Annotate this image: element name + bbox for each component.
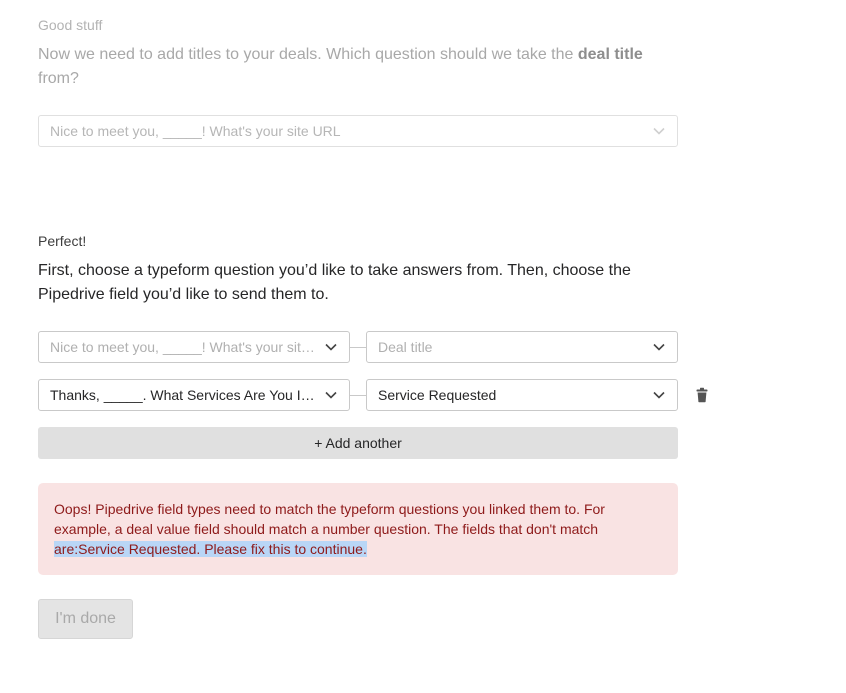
- deal-title-question-select[interactable]: Nice to meet you, _____! What's your sit…: [38, 115, 678, 147]
- mapping-step-eyebrow: Perfect!: [38, 233, 87, 249]
- title-step-question-prefix: Now we need to add titles to your deals.…: [38, 46, 578, 63]
- mapping-row-2-question-value: Thanks, _____. What Services Are You Int…: [50, 387, 315, 403]
- trash-icon[interactable]: [695, 387, 709, 403]
- error-text-highlighted: are:Service Requested. Please fix this t…: [54, 541, 367, 557]
- add-another-button[interactable]: + Add another: [38, 427, 678, 459]
- mapping-row-2-field-select[interactable]: Service Requested: [366, 379, 678, 411]
- chevron-down-icon: [653, 380, 665, 410]
- integration-setup-page: Good stuff Now we need to add titles to …: [0, 0, 846, 693]
- mapping-row-1-question-select[interactable]: Nice to meet you, _____! What's your sit…: [38, 331, 350, 363]
- title-step-question-suffix: from?: [38, 70, 79, 87]
- chevron-down-icon: [325, 380, 337, 410]
- title-step-question: Now we need to add titles to your deals.…: [38, 43, 678, 91]
- mapping-row-2-field-value: Service Requested: [378, 387, 497, 403]
- chevron-down-icon: [653, 332, 665, 362]
- chevron-down-icon: [325, 332, 337, 362]
- error-text: Oops! Pipedrive field types need to matc…: [54, 501, 605, 537]
- mapping-row-2-connector: [350, 395, 366, 396]
- mapping-step-question: First, choose a typeform question you’d …: [38, 262, 631, 303]
- title-step-question-bold: deal title: [577, 46, 643, 63]
- mapping-row-1-question-value: Nice to meet you, _____! What's your sit…: [50, 339, 315, 355]
- done-button[interactable]: I'm done: [38, 599, 133, 639]
- title-step-eyebrow: Good stuff: [38, 17, 103, 33]
- mapping-row-1-field-select[interactable]: Deal title: [366, 331, 678, 363]
- mapping-row-2-question-select[interactable]: Thanks, _____. What Services Are You Int…: [38, 379, 350, 411]
- deal-title-question-value: Nice to meet you, _____! What's your sit…: [50, 123, 341, 139]
- mapping-row-1-connector: [350, 347, 366, 348]
- mapping-row-1-field-value: Deal title: [378, 339, 433, 355]
- field-type-error-message: Oops! Pipedrive field types need to matc…: [38, 483, 678, 575]
- chevron-down-icon: [653, 116, 665, 146]
